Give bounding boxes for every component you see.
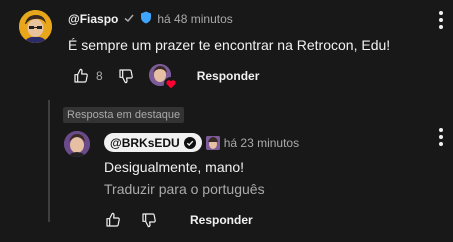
reply-header: @BRKsEDU há 23 minutos xyxy=(104,133,299,152)
thumb-down-icon xyxy=(142,213,156,228)
check-icon xyxy=(123,12,135,27)
thumb-up-icon xyxy=(106,212,120,227)
highlighted-reply-label: Resposta em destaque xyxy=(63,107,185,123)
creator-heart xyxy=(148,63,178,91)
thumb-up-icon xyxy=(74,68,88,83)
heart-icon xyxy=(163,77,178,91)
reply-reply-button[interactable]: Responder xyxy=(190,213,253,227)
comment-timestamp[interactable]: há 48 minutos xyxy=(157,12,232,26)
reply-timestamp[interactable]: há 23 minutos xyxy=(224,136,299,150)
channel-owner-chip[interactable]: @BRKsEDU xyxy=(104,133,202,152)
reply-avatar[interactable] xyxy=(64,131,90,157)
check-circle-icon xyxy=(183,136,196,149)
commenter-avatar[interactable] xyxy=(19,10,52,43)
translate-link[interactable]: Traduzir para o português xyxy=(104,181,265,197)
member-badge-icon xyxy=(205,135,220,150)
commenter-handle[interactable]: @Fiaspo xyxy=(68,12,118,26)
reply-button[interactable]: Responder xyxy=(197,69,260,83)
reply-text: Desigualmente, mano! xyxy=(104,159,245,175)
thread-line xyxy=(48,100,50,222)
more-vert-icon[interactable] xyxy=(438,128,444,146)
comment-actions: 8 Responder xyxy=(68,62,260,91)
verified-badge-icon xyxy=(140,11,152,27)
reply-actions: Responder xyxy=(100,206,253,234)
comment-text: É sempre um prazer te encontrar na Retro… xyxy=(68,37,391,53)
more-vert-icon[interactable] xyxy=(438,11,444,29)
reply-handle: @BRKsEDU xyxy=(110,135,180,150)
like-button[interactable] xyxy=(68,63,94,89)
dislike-button[interactable] xyxy=(113,63,139,89)
reply-like-button[interactable] xyxy=(100,207,126,233)
like-count: 8 xyxy=(96,69,103,83)
thumb-down-icon xyxy=(119,69,133,84)
comment-header: @Fiaspo há 48 minutos xyxy=(68,11,233,27)
reply-dislike-button[interactable] xyxy=(136,207,162,233)
